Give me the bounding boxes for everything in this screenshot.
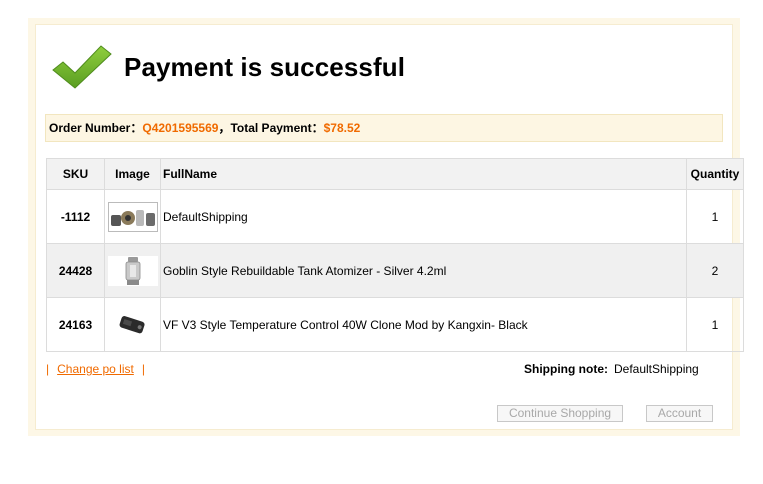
mod-thumbnail-icon[interactable] [107, 309, 158, 340]
continue-shopping-button[interactable]: Continue Shopping [497, 405, 623, 422]
shipping-note-value: DefaultShipping [613, 362, 699, 376]
divider-right: | [141, 362, 145, 376]
column-header-fullname: FullName [160, 158, 687, 190]
order-summary-bar: Order Number：Q4201595569，Total Payment：$… [45, 114, 723, 142]
po-link-group: | Change po list | [46, 362, 145, 376]
shipping-thumbnail-icon[interactable] [107, 201, 158, 232]
column-header-image: Image [104, 158, 161, 190]
column-header-sku: SKU [46, 158, 105, 190]
row-quantity: 1 [686, 189, 744, 244]
row-sku: -1112 [46, 189, 105, 244]
table-row: 24163 VF V3 Style Temperature Control 40… [46, 297, 744, 352]
row-fullname: VF V3 Style Temperature Control 40W Clon… [160, 297, 687, 352]
row-quantity: 1 [686, 297, 744, 352]
column-header-quantity: Quantity [686, 158, 744, 190]
row-image-cell [104, 189, 161, 244]
divider-left: | [46, 362, 50, 376]
row-fullname: Goblin Style Rebuildable Tank Atomizer -… [160, 243, 687, 298]
account-button[interactable]: Account [646, 405, 713, 422]
row-sku: 24428 [46, 243, 105, 298]
change-po-list-link[interactable]: Change po list [57, 362, 134, 376]
order-separator: ， [218, 121, 231, 135]
shipping-note: Shipping note: DefaultShipping [524, 362, 699, 376]
table-row: 24428 Goblin Style Rebuildable Tank Atom… [46, 243, 744, 298]
row-fullname: DefaultShipping [160, 189, 687, 244]
row-sku: 24163 [46, 297, 105, 352]
order-number-label: Order Number： [49, 121, 143, 135]
checkmark-icon [52, 45, 112, 89]
table-row: -1112 DefaultShipping 1 [46, 189, 744, 244]
page-title: Payment is successful [124, 52, 406, 82]
order-items-table: SKU Image FullName Quantity -1112 Defaul… [46, 158, 744, 352]
atomizer-thumbnail-icon[interactable] [107, 255, 158, 286]
table-header-row: SKU Image FullName Quantity [46, 158, 744, 190]
row-image-cell [104, 243, 161, 298]
order-number-value: Q4201595569 [142, 121, 219, 135]
row-quantity: 2 [686, 243, 744, 298]
shipping-note-label: Shipping note: [524, 362, 608, 376]
row-image-cell [104, 297, 161, 352]
total-payment-label: Total Payment： [230, 121, 324, 135]
total-payment-value: $78.52 [323, 121, 361, 135]
